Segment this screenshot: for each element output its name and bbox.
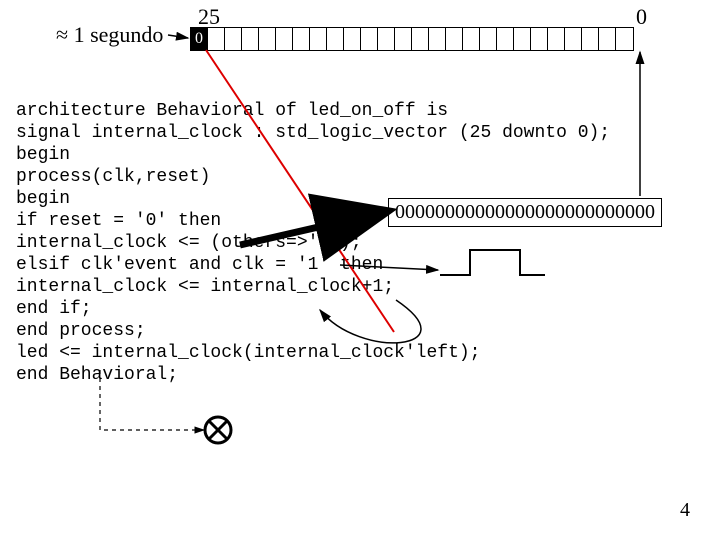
bit-cell <box>412 28 429 50</box>
bit-cell <box>208 28 225 50</box>
bit-cell <box>259 28 276 50</box>
bit-cell <box>463 28 480 50</box>
label-approx-one-second: ≈ 1 segundo <box>56 22 163 48</box>
arrow-segundo-to-msb <box>168 35 188 38</box>
bit-cell <box>429 28 446 50</box>
bit-cell <box>327 28 344 50</box>
bit-cell <box>582 28 599 50</box>
bit-cell <box>242 28 259 50</box>
label-bit-index-lsb: 0 <box>636 4 647 30</box>
bit-cell <box>531 28 548 50</box>
bit-cell <box>293 28 310 50</box>
bit-vector-bar: 0 <box>190 27 634 51</box>
vhdl-code-block: architecture Behavioral of led_on_off is… <box>16 100 610 386</box>
bit-cell-msb: 0 <box>191 28 208 50</box>
zeros-value-box: 00000000000000000000000000 <box>388 198 662 227</box>
bit-cell <box>446 28 463 50</box>
bit-cell <box>344 28 361 50</box>
bit-cell <box>310 28 327 50</box>
bit-cell <box>514 28 531 50</box>
bit-cell <box>225 28 242 50</box>
bit-cell <box>480 28 497 50</box>
bit-cell <box>378 28 395 50</box>
bit-cell <box>548 28 565 50</box>
bit-cell <box>599 28 616 50</box>
otimes-icon <box>205 417 231 443</box>
bit-cell <box>616 28 633 50</box>
page-number: 4 <box>680 499 690 522</box>
bit-cell <box>361 28 378 50</box>
bit-cell <box>276 28 293 50</box>
bit-cell <box>395 28 412 50</box>
bit-cell <box>497 28 514 50</box>
bit-cell <box>565 28 582 50</box>
